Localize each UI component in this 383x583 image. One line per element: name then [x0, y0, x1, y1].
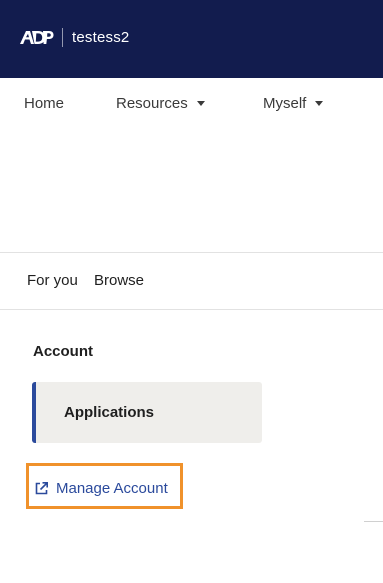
manage-account-link[interactable]: Manage Account [34, 480, 168, 497]
chevron-down-icon [315, 101, 324, 106]
tab-for-you[interactable]: For you [27, 272, 78, 289]
active-indicator [32, 382, 36, 443]
nav-myself[interactable]: Myself [263, 95, 324, 112]
section-divider-bottom [0, 309, 383, 310]
applications-label: Applications [64, 404, 155, 421]
subtabs-bar: For you Browse [0, 253, 383, 309]
header-divider [62, 28, 63, 47]
nav-resources[interactable]: Resources [116, 95, 205, 112]
chevron-down-icon [196, 101, 205, 106]
nav-resources-label: Resources [116, 95, 188, 112]
nav-home[interactable]: Home [24, 95, 64, 112]
scroll-indicator [364, 521, 383, 522]
adp-logo-icon[interactable] [18, 27, 54, 49]
external-link-icon [35, 482, 48, 495]
tab-browse[interactable]: Browse [94, 272, 144, 289]
main-nav: Home Resources Myself [0, 78, 383, 130]
top-header-bar: testess2 [0, 0, 383, 78]
nav-home-label: Home [24, 95, 65, 112]
account-heading: Account [33, 343, 93, 360]
nav-myself-label: Myself [263, 95, 307, 112]
username-label[interactable]: testess2 [72, 29, 129, 46]
applications-item[interactable]: Applications [32, 382, 262, 443]
manage-account-label: Manage Account [56, 480, 168, 497]
